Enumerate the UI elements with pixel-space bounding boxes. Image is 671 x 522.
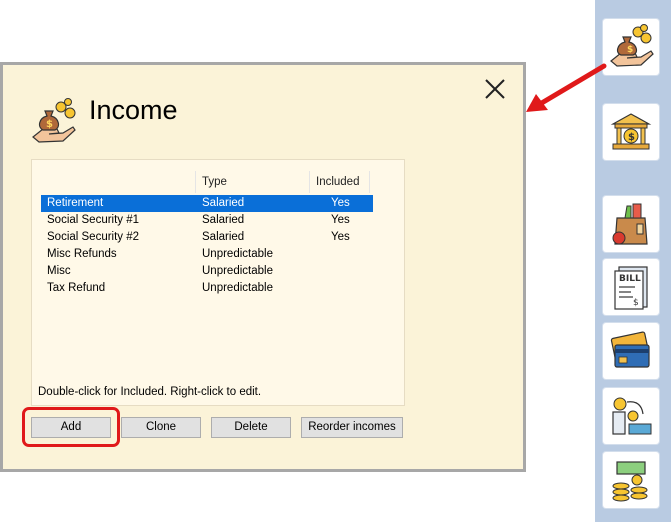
column-header-type[interactable]: Type xyxy=(196,171,310,193)
income-type: Unpredictable xyxy=(202,265,273,277)
transfer-money-icon xyxy=(612,397,652,435)
income-type: Unpredictable xyxy=(202,282,273,294)
income-name: Retirement xyxy=(47,197,104,209)
add-button[interactable]: Add xyxy=(31,417,111,438)
list-item[interactable]: Misc Refunds Unpredictable xyxy=(41,246,373,263)
income-type: Salaried xyxy=(202,231,245,243)
column-header-included[interactable]: Included xyxy=(310,171,370,193)
list-item[interactable]: Misc Unpredictable xyxy=(41,263,373,280)
income-name: Tax Refund xyxy=(47,282,106,294)
list-hint: Double-click for Included. Right-click t… xyxy=(38,386,262,398)
svg-text:$: $ xyxy=(633,298,639,308)
dialog-title: Income xyxy=(89,95,178,125)
list-item[interactable]: Social Security #1 Salaried Yes xyxy=(41,212,373,229)
income-type: Salaried xyxy=(202,214,245,226)
credit-card-icon xyxy=(610,331,650,368)
column-header-name[interactable] xyxy=(41,171,196,193)
sidebar-item-bills[interactable]: BILL $ xyxy=(603,259,659,315)
svg-text:$: $ xyxy=(627,45,633,55)
sidebar-item-income[interactable]: $ xyxy=(603,19,659,75)
income-included: Yes xyxy=(331,231,350,243)
sidebar-item-credit-cards[interactable] xyxy=(603,323,659,379)
list-item[interactable]: Tax Refund Unpredictable xyxy=(41,280,373,297)
list-item[interactable]: Social Security #2 Salaried Yes xyxy=(41,229,373,246)
income-type: Unpredictable xyxy=(202,248,273,260)
list-header: Type Included xyxy=(41,171,371,193)
groceries-bag-icon xyxy=(612,203,648,245)
income-type: Salaried xyxy=(202,197,245,209)
close-icon[interactable] xyxy=(483,77,507,101)
money-bag-hand-icon: $ xyxy=(32,98,76,143)
list-item[interactable]: Retirement Salaried Yes xyxy=(41,195,373,212)
income-name: Social Security #2 xyxy=(47,231,140,243)
income-included: Yes xyxy=(331,214,350,226)
income-list[interactable]: Type Included Retirement Salaried Yes Socia… xyxy=(41,171,373,441)
svg-text:$: $ xyxy=(46,119,53,130)
sidebar-item-transfers[interactable] xyxy=(603,388,659,444)
sidebar-item-cash[interactable] xyxy=(603,452,659,508)
sidebar-item-bank[interactable]: $ xyxy=(603,104,659,160)
bill-icon: BILL $ xyxy=(614,266,648,310)
sidebar-item-groceries[interactable] xyxy=(603,196,659,252)
clone-button[interactable]: Clone xyxy=(121,417,201,438)
svg-text:BILL: BILL xyxy=(619,274,641,284)
bank-icon: $ xyxy=(610,113,652,150)
income-name: Misc xyxy=(47,265,71,277)
income-name: Social Security #1 xyxy=(47,214,140,226)
income-included: Yes xyxy=(331,197,350,209)
income-name: Misc Refunds xyxy=(47,248,117,260)
svg-text:$: $ xyxy=(628,132,635,143)
cash-coins-icon xyxy=(612,461,648,502)
income-money-bag-icon: $ xyxy=(610,24,654,67)
pointer-arrow-annotation xyxy=(526,63,607,112)
delete-button[interactable]: Delete xyxy=(211,417,291,438)
reorder-incomes-button[interactable]: Reorder incomes xyxy=(301,417,403,438)
